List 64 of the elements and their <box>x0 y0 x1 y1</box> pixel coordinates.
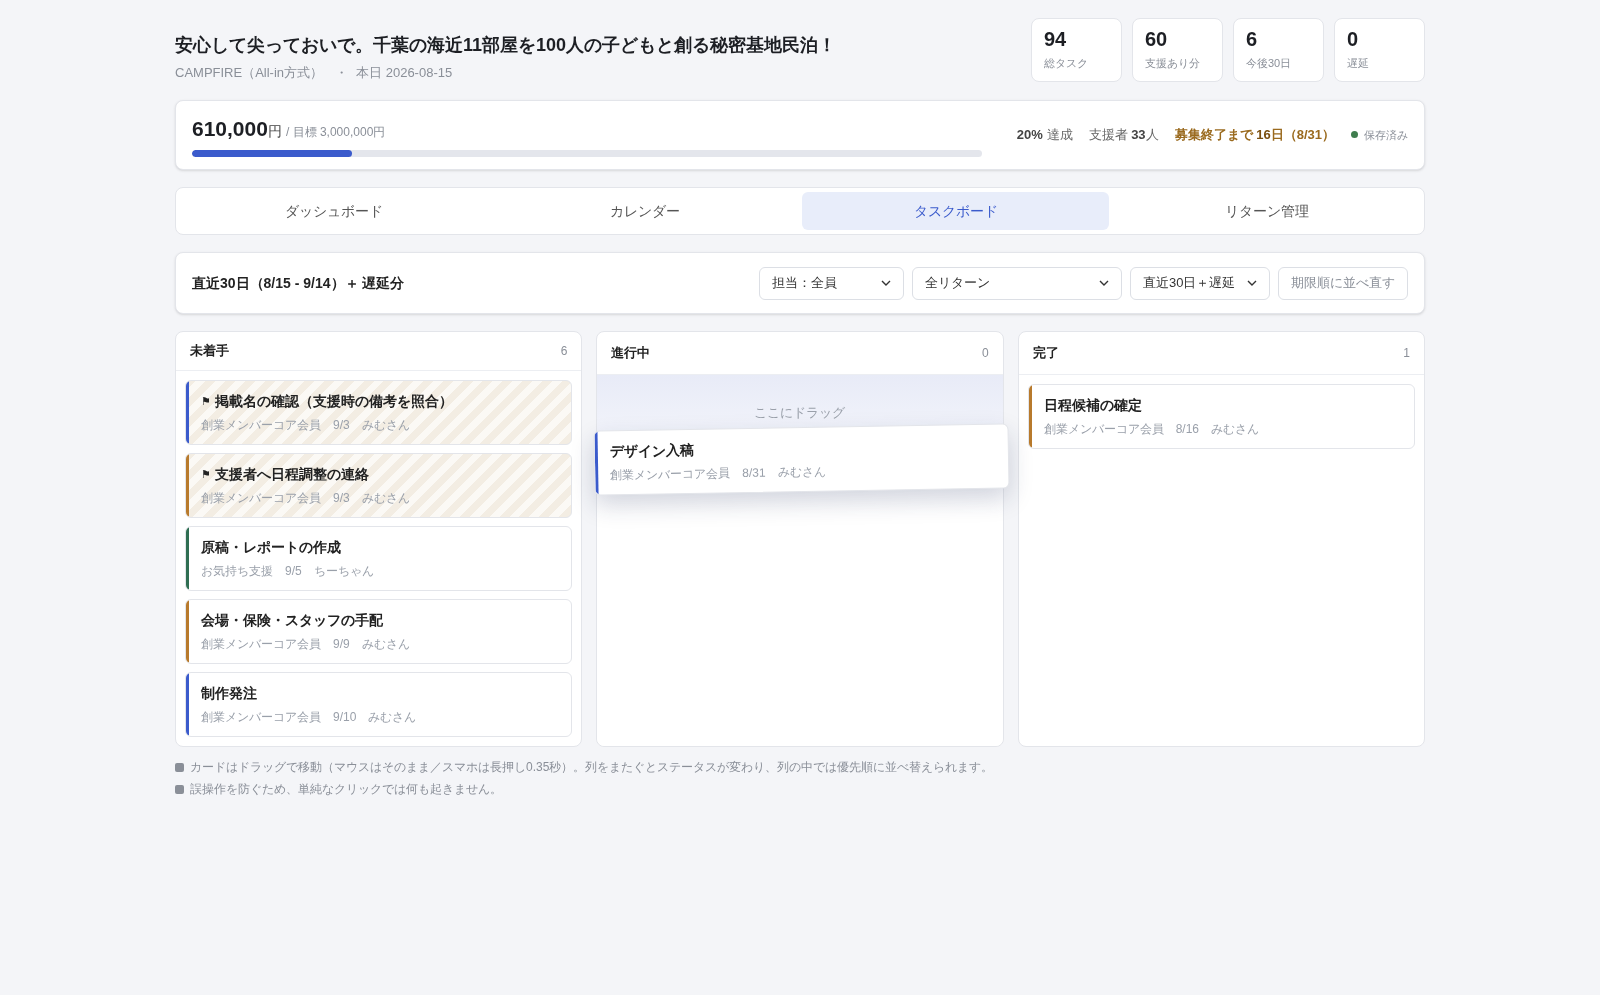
column-title: 完了 <box>1032 344 1059 363</box>
bullet-icon <box>175 762 184 772</box>
stat-label: 遅延 <box>1347 56 1370 71</box>
select-dropdown[interactable]: 直近30日＋遅延 <box>1130 266 1270 300</box>
column-title: 進行中 <box>611 344 651 363</box>
task-title: 日程候補の確定 <box>1043 396 1142 415</box>
chevron-down-icon <box>1247 280 1257 286</box>
task-meta: お気持ち支援 9/5 ちーちゃん <box>201 563 375 580</box>
chevron-down-icon <box>881 280 891 286</box>
column-count: 0 <box>981 345 989 362</box>
page-title: 安心して尖っておいで。千葉の海近11部屋を100人の子どもと創る秘密基地民泊！ <box>175 34 837 57</box>
tab[interactable]: タスクボード <box>802 192 1109 230</box>
deadline-countdown: 募集終了まで 16日（8/31） <box>1174 126 1335 144</box>
task-card[interactable]: ⚑ 支援者へ日程調整の連絡 創業メンバーコア会員 9/3 みむさん <box>185 453 573 518</box>
select-dropdown[interactable]: 担当：全員 <box>759 266 904 300</box>
stat-label: 今後30日 <box>1246 56 1293 71</box>
task-meta: 創業メンバーコア会員 9/10 みむさん <box>201 709 418 726</box>
tab[interactable]: ダッシュボード <box>180 192 487 230</box>
stat-value: 94 <box>1044 27 1068 51</box>
tab[interactable]: リターン管理 <box>1113 192 1420 230</box>
platform-label: CAMPFIRE（All-in方式） <box>175 64 324 82</box>
task-title: 会場・保険・スタッフの手配 <box>201 611 383 630</box>
tab[interactable]: カレンダー <box>491 192 798 230</box>
help-note: 誤操作を防ぐため、単純なクリックでは何も起きません。 <box>190 781 502 798</box>
task-title: 掲載名の確認（支援時の備考を照合） <box>215 392 453 411</box>
task-title: デザイン入稿 <box>610 440 695 461</box>
column-count: 6 <box>560 343 568 360</box>
task-title: 支援者へ日程調整の連絡 <box>215 465 369 484</box>
task-card[interactable]: 制作発注 創業メンバーコア会員 9/10 みむさん <box>185 672 573 737</box>
today-date: 本日 2026-08-15 <box>356 64 453 82</box>
select-dropdown[interactable]: 全リターン <box>912 266 1122 300</box>
column-title: 未着手 <box>190 342 229 361</box>
flag-icon: ⚑ <box>201 466 211 483</box>
task-meta: 創業メンバーコア会員 8/31 みむさん <box>610 463 827 484</box>
separator-dot: ・ <box>335 64 349 82</box>
achievement-rate: 20% 達成 <box>1016 126 1073 144</box>
bullet-icon <box>175 784 184 794</box>
task-title: 原稿・レポートの作成 <box>201 538 341 557</box>
chevron-down-icon <box>1099 280 1109 286</box>
task-meta: 創業メンバーコア会員 9/9 みむさん <box>201 636 411 653</box>
funding-amount: 610,000 <box>192 115 268 142</box>
task-title: 制作発注 <box>201 684 257 703</box>
flag-icon: ⚑ <box>201 393 211 410</box>
stat-value: 0 <box>1347 27 1360 51</box>
filter-title: 直近30日（8/15 - 9/14）＋ 遅延分 <box>192 273 406 293</box>
column-count: 1 <box>1403 345 1410 362</box>
stat-label: 総タスク <box>1044 56 1089 71</box>
stat-value: 6 <box>1246 27 1259 51</box>
stat-label: 支援あり分 <box>1145 56 1201 71</box>
help-note: カードはドラッグで移動（マウスはそのまま／スマホは長押し0.35秒）。列をまたぐとステータスが変わり、列の中では優先順に並べ替えられます。 <box>190 759 994 776</box>
task-card[interactable]: 会場・保険・スタッフの手配 創業メンバーコア会員 9/9 みむさん <box>185 599 573 664</box>
drop-hint: ここにドラッグ <box>753 404 847 422</box>
task-card[interactable]: ⚑ 掲載名の確認（支援時の備考を照合） 創業メンバーコア会員 9/3 みむさん <box>185 380 573 445</box>
funding-goal: / 目標 3,000,000円 <box>285 123 386 141</box>
save-status: 保存済み <box>1364 127 1408 143</box>
stat-value: 60 <box>1145 27 1169 51</box>
task-card[interactable]: 原稿・レポートの作成 お気持ち支援 9/5 ちーちゃん <box>185 526 573 591</box>
currency-unit: 円 <box>267 121 282 141</box>
task-card[interactable]: 日程候補の確定 創業メンバーコア会員 8/16 みむさん <box>1027 384 1415 449</box>
task-card[interactable]: デザイン入稿 創業メンバーコア会員 8/31 みむさん <box>593 422 1011 496</box>
backer-count: 支援者 33人 <box>1088 126 1159 144</box>
task-meta: 創業メンバーコア会員 9/3 みむさん <box>201 490 411 507</box>
task-meta: 創業メンバーコア会員 9/3 みむさん <box>201 417 411 434</box>
task-meta: 創業メンバーコア会員 8/16 みむさん <box>1043 421 1260 438</box>
